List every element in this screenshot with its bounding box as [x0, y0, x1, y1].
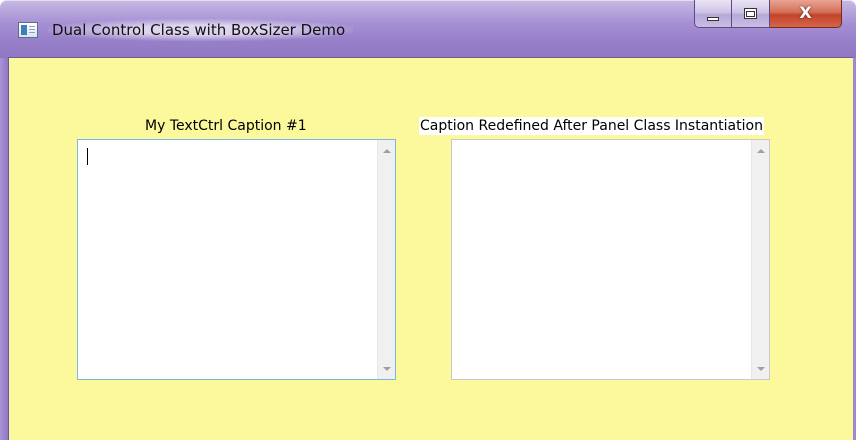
app-window-icon[interactable] [18, 22, 38, 38]
scroll-up-button-2[interactable] [752, 142, 769, 159]
app-window: Dual Control Class with BoxSizer Demo X … [0, 0, 856, 440]
minimize-button[interactable] [694, 0, 732, 28]
text-caret [87, 148, 88, 165]
textctrl-caption-2: Caption Redefined After Panel Class Inst… [419, 117, 764, 135]
title-bar[interactable]: Dual Control Class with BoxSizer Demo X [0, 0, 856, 58]
scroll-up-button-1[interactable] [378, 142, 395, 159]
maximize-button[interactable] [732, 0, 770, 28]
vertical-scrollbar-1[interactable] [377, 140, 395, 379]
text-area-1[interactable] [78, 140, 377, 379]
scroll-down-button-1[interactable] [378, 360, 395, 377]
arrow-up-icon [382, 148, 391, 153]
arrow-down-icon [382, 366, 391, 371]
close-icon: X [799, 2, 812, 22]
window-title: Dual Control Class with BoxSizer Demo [48, 19, 354, 41]
text-control-2[interactable] [451, 139, 770, 380]
text-area-2[interactable] [452, 140, 751, 379]
arrow-up-icon [756, 148, 765, 153]
close-button[interactable]: X [770, 0, 842, 28]
minimize-icon [707, 16, 719, 21]
text-control-1[interactable] [77, 139, 396, 380]
window-caption-buttons: X [694, 0, 842, 40]
textctrl-caption-1: My TextCtrl Caption #1 [145, 118, 307, 134]
vertical-scrollbar-2[interactable] [751, 140, 769, 379]
window-frame-left [0, 58, 8, 440]
arrow-down-icon [756, 366, 765, 371]
scroll-down-button-2[interactable] [752, 360, 769, 377]
maximize-icon [744, 8, 757, 19]
